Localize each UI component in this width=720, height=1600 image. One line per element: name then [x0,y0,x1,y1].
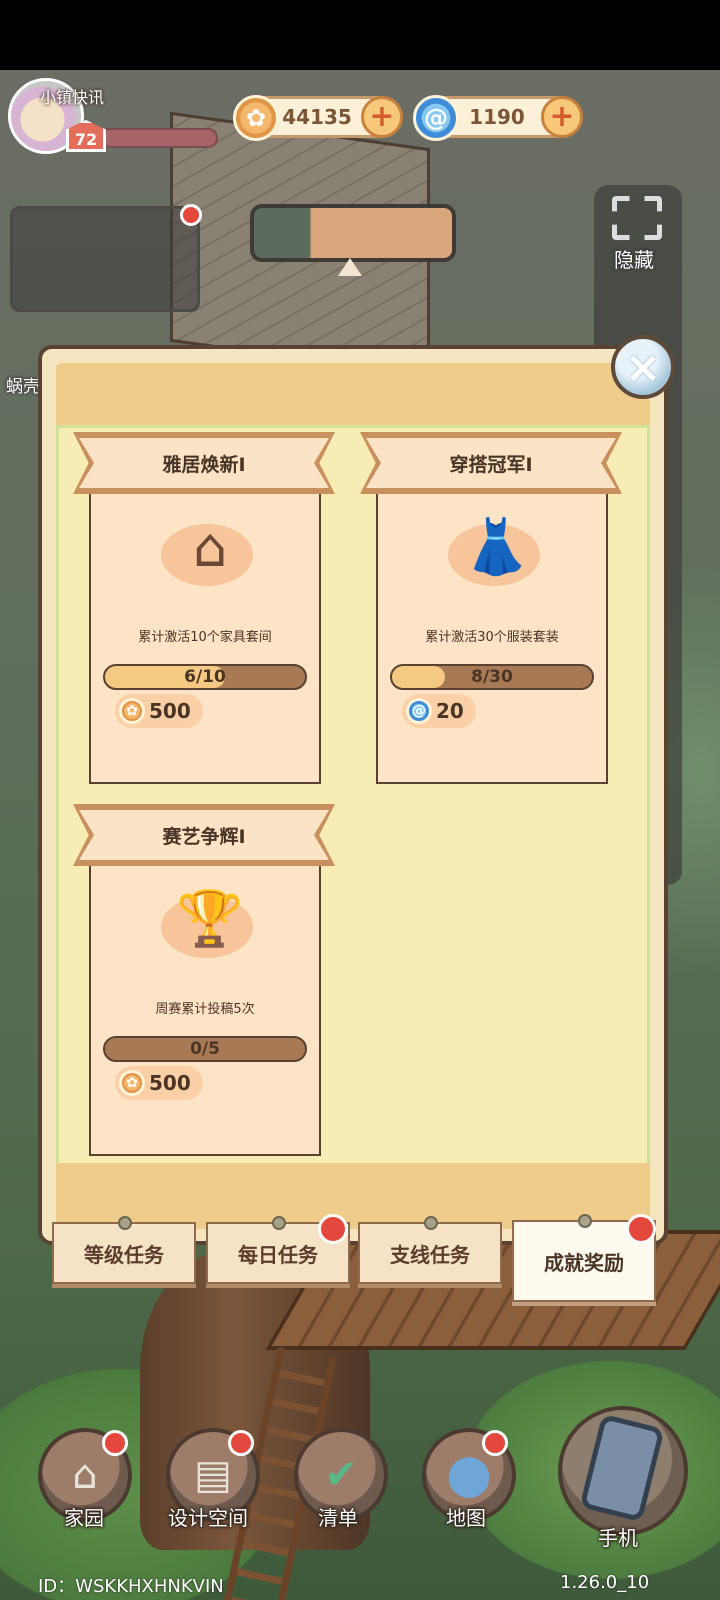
card-description: 周赛累计投稿5次 [155,1002,255,1017]
achievement-card-1: 雅居焕新Ⅰ ⌂ 累计激活10个家具套间 6/10 ✿ 500 [73,432,335,784]
card-title: 穿搭冠军Ⅰ [366,438,616,488]
progress-bar: 8/30 [390,664,594,690]
add-gems-button[interactable]: + [541,96,583,138]
daily-tasks-badge [318,1214,348,1244]
house-furniture-icon: ⌂ [192,515,228,579]
nav-design-space-label: 设计空间 [168,1506,248,1530]
xp-bar [100,128,218,148]
tab-label: 每日任务 [238,1242,318,1267]
hide-button-label[interactable]: 隐藏 [614,244,654,273]
coin-icon: ✿ [233,95,279,141]
reward-amount: 500 [149,699,191,723]
progress-bar: 6/10 [103,664,307,690]
checklist-icon: ✔ [324,1452,358,1498]
card-art: 🏆 [151,876,261,976]
trophy-icon: 🏆 [176,887,244,950]
tab-label: 等级任务 [84,1242,164,1267]
dialog-header [56,363,650,425]
card-art: 👗 [438,504,548,604]
town-news-panel[interactable] [10,206,200,312]
reward-chip[interactable]: @ 20 [402,694,476,728]
tab-label: 支线任务 [390,1242,470,1267]
news-badge [180,204,202,226]
card-title: 雅居焕新Ⅰ [79,438,329,488]
home-badge [102,1430,128,1456]
reward-amount: 500 [149,1071,191,1095]
card-description: 累计激活30个服装套装 [425,630,559,645]
progress-bar: 0/5 [103,1036,307,1062]
tab-label: 成就奖励 [544,1250,624,1275]
progress-text: 0/5 [190,1039,220,1059]
nav-home-label: 家园 [64,1506,104,1530]
reward-amount: 20 [436,699,464,723]
coin-icon: ✿ [119,698,145,724]
card-title: 赛艺争辉Ⅰ [79,810,329,860]
outfit-icon: 👗 [463,515,531,578]
pin-icon [272,1216,286,1230]
map-pin-icon: ⬤ [446,1452,492,1498]
snail-shell-label[interactable]: 蜗壳 [6,372,40,397]
progress-text: 8/30 [471,667,513,687]
weather-widget[interactable] [250,204,456,262]
version-text: 1.26.0_10 [560,1572,650,1593]
achievement-card-2: 穿搭冠军Ⅰ 👗 累计激活30个服装套装 8/30 @ 20 [360,432,622,784]
swirl-gem-icon: @ [406,698,432,724]
card-art: ⌂ [151,504,261,604]
coin-counter: ✿ 44135 + [233,95,403,141]
player-id: ID：WSKKHXHNKVIN [38,1576,224,1597]
pin-icon [118,1216,132,1230]
town-news-label: 小镇快讯 [40,88,105,107]
achievement-rewards-badge [626,1214,656,1244]
nav-phone-label: 手机 [598,1526,638,1550]
tab-side-tasks[interactable]: 支线任务 [358,1216,502,1284]
progress-text: 6/10 [184,667,226,687]
achievement-card-3: 赛艺争辉Ⅰ 🏆 周赛累计投稿5次 0/5 ✿ 500 [73,804,335,1156]
weather-pointer-icon [338,258,362,276]
add-coins-button[interactable]: + [361,96,403,138]
card-description: 累计激活10个家具套间 [138,630,272,645]
tab-level-tasks[interactable]: 等级任务 [52,1216,196,1284]
map-badge [482,1430,508,1456]
reward-chip[interactable]: ✿ 500 [115,1066,203,1100]
nav-checklist-label: 清单 [318,1506,358,1530]
swirl-gem-icon: @ [413,95,459,141]
design-badge [228,1430,254,1456]
pin-icon [578,1214,592,1228]
gem-counter: @ 1190 + [413,95,583,141]
home-icon: ⌂ [72,1452,98,1498]
pin-icon [424,1216,438,1230]
design-icon: ▤ [194,1452,232,1498]
reward-chip[interactable]: ✿ 500 [115,694,203,728]
close-button[interactable]: × [611,335,675,399]
coin-icon: ✿ [119,1070,145,1096]
nav-map-label: 地图 [446,1506,486,1530]
